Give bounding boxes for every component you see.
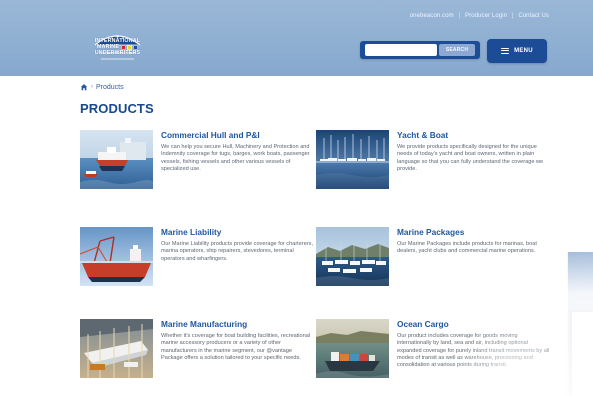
product-description: We can help you secure Hull, Machinery a… [161,144,310,172]
products-page: onebeacon.com | Producer Login | Contact… [0,0,593,396]
logo-line-underwriters: UNDERWRITERS [94,49,141,56]
search-form: SEARCH [360,41,480,59]
marine-packages-image [316,227,389,286]
product-description: Whether it's coverage for boat building … [161,333,311,361]
producer-login-link[interactable]: Producer Login [465,13,507,19]
product-title[interactable]: Ocean Cargo [397,319,449,329]
product-card-commercial-hull[interactable]: Commercial Hull and P&I We can help you … [80,130,316,202]
product-link-ocean-cargo[interactable]: Ocean Cargo Our product includes coverag… [316,319,552,391]
onebeacon-link[interactable]: onebeacon.com [410,13,454,19]
marine-manufacturing-image [80,319,153,378]
product-title[interactable]: Marine Liability [161,227,221,237]
product-card-marine-packages[interactable]: Marine Packages Our Marine Packages incl… [316,227,552,299]
product-card-marine-manufacturing[interactable]: Marine Manufacturing Whether it's covera… [80,319,316,391]
menu-button[interactable]: MENU [487,39,547,63]
product-title[interactable]: Marine Manufacturing [161,319,247,329]
product-link-marine-packages[interactable]: Marine Packages Our Marine Packages incl… [316,227,552,299]
product-card-ocean-cargo[interactable]: Ocean Cargo Our product includes coverag… [316,319,552,391]
utility-links: onebeacon.com | Producer Login | Contact… [410,13,549,19]
commercial-hull-image [80,130,153,189]
product-description: Our Marine Packages include products for… [397,241,537,255]
product-card-marine-liability[interactable]: Marine Liability Our Marine Liability pr… [80,227,316,299]
yacht-boat-image [316,130,389,189]
breadcrumb-separator: › [91,83,93,90]
overlapping-window-inner-bar [572,312,593,396]
search-button[interactable]: SEARCH [439,44,475,56]
page-title: PRODUCTS [80,101,154,116]
site-header: onebeacon.com | Producer Login | Contact… [0,0,593,77]
logo-text: INTERNATIONAL MARINE UNDERWRITERS [87,38,148,56]
menu-icon [501,48,510,54]
utility-separator: | [458,13,461,19]
product-title[interactable]: Marine Packages [397,227,464,237]
search-input[interactable] [365,44,437,56]
menu-label: MENU [514,48,533,54]
imu-logo[interactable]: INTERNATIONAL MARINE UNDERWRITERS [87,27,148,65]
product-link-commercial-hull[interactable]: Commercial Hull and P&I We can help you … [80,130,316,202]
product-description: Our product includes coverage for goods … [397,333,550,369]
marine-liability-image [80,227,153,286]
product-description: Our Marine Liability products provide co… [161,241,314,262]
utility-separator: | [511,13,514,19]
product-link-marine-liability[interactable]: Marine Liability Our Marine Liability pr… [80,227,316,299]
ocean-cargo-image [316,319,389,378]
product-title[interactable]: Yacht & Boat [397,130,448,140]
main-content: › Products PRODUCTS Commercial Hull and … [0,76,593,396]
product-card-yacht-boat[interactable]: Yacht & Boat We provide products specifi… [316,130,552,202]
home-icon[interactable] [80,83,88,91]
contact-us-link[interactable]: Contact Us [518,13,549,19]
product-description: We provide products specifically designe… [397,144,544,172]
product-title[interactable]: Commercial Hull and P&I [161,130,260,140]
breadcrumb: › Products [80,83,124,91]
product-link-marine-manufacturing[interactable]: Marine Manufacturing Whether it's covera… [80,319,316,391]
product-link-yacht-boat[interactable]: Yacht & Boat We provide products specifi… [316,130,552,202]
breadcrumb-current: Products [96,83,124,91]
